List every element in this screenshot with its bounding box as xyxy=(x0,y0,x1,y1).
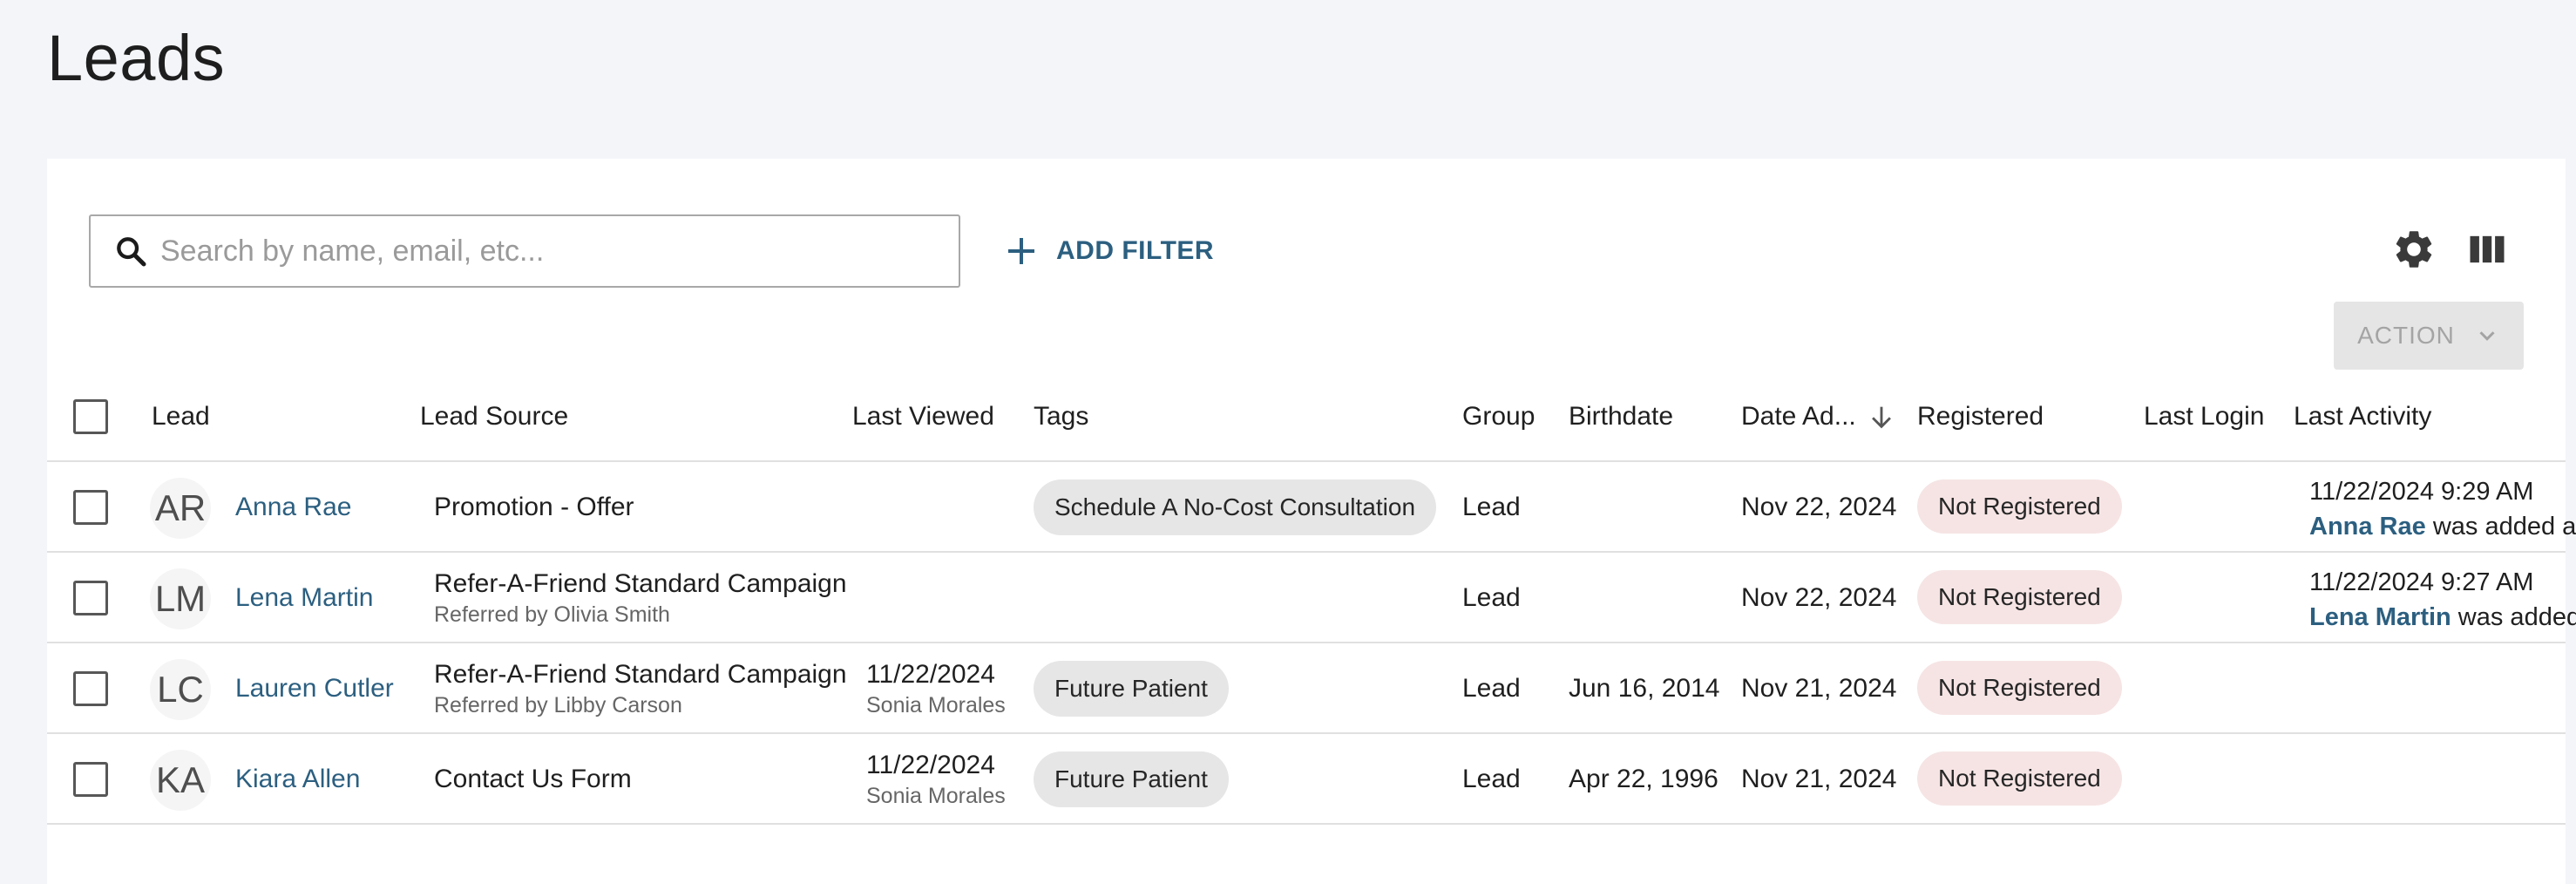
date-added-cell: Nov 22, 2024 xyxy=(1741,493,1897,521)
header-last-activity[interactable]: Last Activity xyxy=(2294,371,2431,462)
add-filter-button[interactable]: ADD FILTER xyxy=(1004,227,1214,275)
lead-source-name: Promotion - Offer xyxy=(434,493,634,521)
select-all-checkbox[interactable] xyxy=(73,399,108,434)
status-badge: Not Registered xyxy=(1917,751,2122,806)
header-last-login[interactable]: Last Login xyxy=(2144,371,2264,462)
lead-name-link[interactable]: Lena Martin xyxy=(235,553,373,643)
columns-icon[interactable] xyxy=(2464,227,2510,272)
row-checkbox[interactable] xyxy=(73,762,108,797)
tag-chip[interactable]: Future Patient xyxy=(1034,751,1229,807)
group-cell: Lead xyxy=(1462,765,1521,793)
row-checkbox[interactable] xyxy=(73,490,108,525)
lead-source-name: Contact Us Form xyxy=(434,765,632,793)
arrow-down-icon xyxy=(1871,406,1891,429)
chevron-down-icon xyxy=(2479,331,2495,341)
last-viewed: 11/22/2024 Sonia Morales xyxy=(866,643,1006,734)
last-viewed-date: 11/22/2024 xyxy=(866,750,995,779)
lead-source-name: Refer-A-Friend Standard Campaign xyxy=(434,568,847,598)
group-cell: Lead xyxy=(1462,493,1521,521)
lead-name-link[interactable]: Anna Rae xyxy=(235,462,351,553)
search-icon xyxy=(117,237,146,267)
lead-source: Contact Us Form xyxy=(434,734,632,825)
header-registered[interactable]: Registered xyxy=(1917,371,2044,462)
table-row[interactable]: KA Kiara Allen Contact Us Form 11/22/202… xyxy=(47,734,2566,825)
lead-source: Promotion - Offer xyxy=(434,462,634,553)
activity-text: was added as xyxy=(2425,513,2576,541)
table-header: Lead Lead Source Last Viewed Tags Group … xyxy=(47,371,2566,462)
page-title: Leads xyxy=(47,22,226,94)
header-date-added-label: Date Ad... xyxy=(1741,402,1856,431)
date-added-cell: Nov 21, 2024 xyxy=(1741,674,1897,703)
status-badge: Not Registered xyxy=(1917,661,2122,715)
plus-icon xyxy=(1008,238,1034,264)
action-button[interactable]: ACTION xyxy=(2334,302,2524,370)
lead-source: Refer-A-Friend Standard Campaign Referre… xyxy=(434,643,847,734)
add-filter-label: ADD FILTER xyxy=(1056,236,1215,265)
last-viewed-by: Sonia Morales xyxy=(866,783,1006,808)
table-row[interactable]: AR Anna Rae Promotion - Offer Schedule A… xyxy=(47,462,2576,553)
header-lead[interactable]: Lead xyxy=(152,371,210,462)
row-checkbox[interactable] xyxy=(73,581,108,615)
group-cell: Lead xyxy=(1462,674,1521,703)
last-viewed-date: 11/22/2024 xyxy=(866,659,995,689)
birthdate-cell: Jun 16, 2014 xyxy=(1569,674,1720,703)
lead-source-name: Refer-A-Friend Standard Campaign xyxy=(434,659,847,689)
lead-source: Refer-A-Friend Standard Campaign Referre… xyxy=(434,553,847,643)
header-group[interactable]: Group xyxy=(1462,371,1535,462)
action-label: ACTION xyxy=(2357,322,2455,349)
lead-source-referrer: Referred by Libby Carson xyxy=(434,692,682,717)
gear-icon[interactable] xyxy=(2391,227,2437,272)
birthdate-cell: Apr 22, 1996 xyxy=(1569,765,1718,793)
activity-lead-link[interactable]: Anna Rae xyxy=(2309,513,2426,541)
avatar: LC xyxy=(150,659,211,720)
status-badge: Not Registered xyxy=(1917,570,2122,624)
row-checkbox[interactable] xyxy=(73,671,108,706)
lead-source-referrer: Referred by Olivia Smith xyxy=(434,602,670,627)
activity-time: 11/22/2024 9:29 AM xyxy=(2309,478,2534,506)
tag-chip[interactable]: Schedule A No-Cost Consultation xyxy=(1034,479,1437,535)
date-added-cell: Nov 22, 2024 xyxy=(1741,583,1897,612)
activity-lead-link[interactable]: Lena Martin xyxy=(2309,603,2451,631)
table-row[interactable]: LC Lauren Cutler Refer-A-Friend Standard… xyxy=(47,643,2566,734)
avatar: KA xyxy=(150,750,211,811)
header-last-viewed[interactable]: Last Viewed xyxy=(852,371,994,462)
status-badge: Not Registered xyxy=(1917,479,2122,534)
lead-name-link[interactable]: Lauren Cutler xyxy=(235,643,394,734)
activity-text: was added xyxy=(2451,603,2576,631)
last-activity: 11/22/2024 9:29 AM Anna Rae was added as xyxy=(2309,474,2576,544)
search-box[interactable] xyxy=(89,214,960,288)
date-added-cell: Nov 21, 2024 xyxy=(1741,765,1897,793)
search-input[interactable] xyxy=(160,234,927,269)
table-row[interactable]: LM Lena Martin Refer-A-Friend Standard C… xyxy=(47,553,2576,643)
header-lead-source[interactable]: Lead Source xyxy=(420,371,568,462)
leads-card: ADD FILTER ACTION Lead Lead Source Last … xyxy=(47,159,2576,884)
lead-name-link[interactable]: Kiara Allen xyxy=(235,734,360,825)
last-activity: 11/22/2024 9:27 AM Lena Martin was added xyxy=(2309,565,2576,635)
header-tags[interactable]: Tags xyxy=(1034,371,1088,462)
last-viewed: 11/22/2024 Sonia Morales xyxy=(866,734,1006,825)
last-viewed-by: Sonia Morales xyxy=(866,692,1006,717)
avatar: LM xyxy=(150,568,211,629)
header-date-added[interactable]: Date Ad... xyxy=(1741,371,1896,462)
tag-chip[interactable]: Future Patient xyxy=(1034,661,1229,717)
activity-time: 11/22/2024 9:27 AM xyxy=(2309,568,2534,596)
group-cell: Lead xyxy=(1462,583,1521,612)
header-birthdate[interactable]: Birthdate xyxy=(1569,371,1673,462)
avatar: AR xyxy=(150,478,211,539)
